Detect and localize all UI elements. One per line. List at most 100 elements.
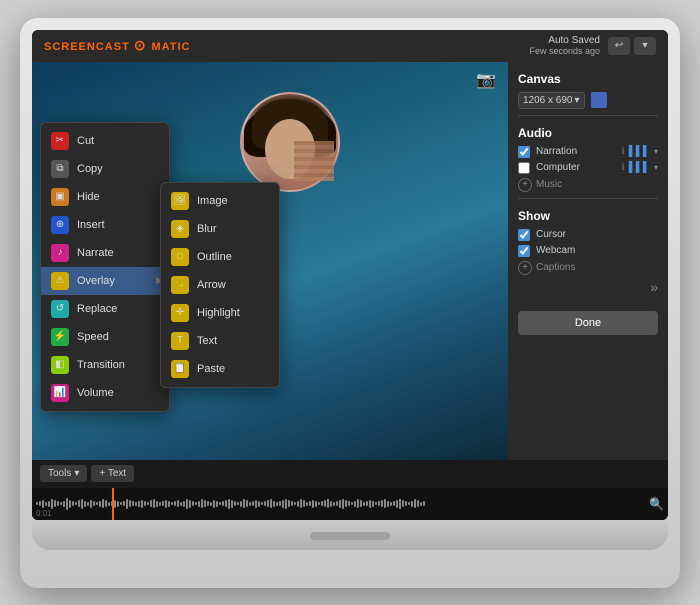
menu-item-volume[interactable]: 📊 Volume	[41, 379, 169, 407]
narration-info-icon: ℹ	[621, 146, 624, 157]
cursor-label: Cursor	[536, 229, 566, 240]
volume-icon: 📊	[51, 384, 69, 402]
waveform-bar	[180, 502, 182, 506]
expand-button[interactable]: »	[650, 279, 658, 295]
music-row[interactable]: + Music	[518, 178, 658, 192]
cut-icon: ✂	[51, 132, 69, 150]
submenu-item-blur[interactable]: ◈ Blur	[161, 215, 279, 243]
waveform-bar	[210, 502, 212, 506]
narrate-icon: ♪	[51, 244, 69, 262]
canvas-resolution-select[interactable]: 1206 x 690 ▾	[518, 92, 585, 109]
menu-item-copy[interactable]: ⧉ Copy	[41, 155, 169, 183]
top-bar: SCREENCAST ⊙ MATIC Auto Saved Few second…	[32, 30, 668, 62]
brand-name2: MATIC	[151, 41, 190, 53]
narration-chevron: ▾	[654, 147, 658, 156]
menu-item-replace[interactable]: ↺ Replace	[41, 295, 169, 323]
waveform-bar	[147, 502, 149, 505]
waveform-bar	[165, 500, 167, 508]
waveform-bar	[387, 501, 389, 507]
waveform-bar	[336, 501, 338, 506]
submenu-item-highlight[interactable]: ✛ Highlight	[161, 299, 279, 327]
highlight-icon: ✛	[171, 304, 189, 322]
waveform-bar	[159, 502, 161, 506]
submenu-item-arrow[interactable]: → Arrow	[161, 271, 279, 299]
audio-section: Audio Narration ℹ ▌▌▌ ▾ Computer	[518, 126, 658, 199]
waveform-bar	[186, 499, 188, 509]
canvas-title: Canvas	[518, 72, 658, 86]
bottom-toolbar: Tools ▾ + Text 0:01 🔍	[32, 460, 668, 520]
waveform-bar	[276, 502, 278, 506]
submenu-item-text[interactable]: T Text	[161, 327, 279, 355]
waveform-bar	[78, 500, 80, 507]
waveform-bar	[153, 499, 155, 508]
computer-bar-icon: ▌▌▌	[629, 162, 650, 173]
waveform-bar	[198, 501, 200, 507]
narration-checkbox[interactable]	[518, 146, 530, 158]
copy-icon: ⧉	[51, 160, 69, 178]
waveform-bar	[108, 502, 110, 506]
audio-title: Audio	[518, 126, 658, 140]
auto-saved-time: Few seconds ago	[529, 46, 600, 56]
text-button[interactable]: + Text	[91, 465, 134, 482]
laptop-notch	[310, 532, 390, 540]
waveform-bar	[93, 501, 95, 506]
playhead	[112, 488, 114, 520]
main-area: 📷 ✂ Cut ⧉ Copy ▣ Hide	[32, 62, 668, 460]
show-section: Show Cursor Webcam + Captions »	[518, 209, 658, 295]
waveform-bar	[42, 500, 44, 508]
waveform-bar	[294, 502, 296, 505]
computer-row: Computer ℹ ▌▌▌ ▾	[518, 162, 658, 174]
submenu-item-paste[interactable]: 📋 Paste	[161, 355, 279, 383]
dropdown-button[interactable]: ▾	[634, 37, 656, 55]
menu-item-transition[interactable]: ◧ Transition	[41, 351, 169, 379]
computer-checkbox[interactable]	[518, 162, 530, 174]
insert-icon: ⊕	[51, 216, 69, 234]
waveform-bar	[330, 501, 332, 507]
laptop-base	[32, 522, 668, 550]
waveform-bar	[123, 501, 125, 506]
submenu-item-image[interactable]: 🖼 Image	[161, 187, 279, 215]
undo-button[interactable]: ↩	[608, 37, 630, 55]
waveform-bar	[168, 501, 170, 507]
pixelation-overlay	[294, 141, 334, 181]
menu-item-speed[interactable]: ⚡ Speed	[41, 323, 169, 351]
waveform-bar	[219, 502, 221, 505]
webcam-label: Webcam	[536, 245, 575, 256]
menu-item-hide[interactable]: ▣ Hide	[41, 183, 169, 211]
computer-chevron: ▾	[654, 163, 658, 172]
waveform-bar	[222, 501, 224, 506]
waveform-bar	[405, 501, 407, 506]
canvas-color-swatch[interactable]	[591, 92, 607, 108]
waveform-search-icon[interactable]: 🔍	[649, 497, 664, 511]
waveform-bar	[309, 501, 311, 506]
waveform-bar	[249, 502, 251, 506]
waveform-bar	[273, 501, 275, 507]
done-button[interactable]: Done	[518, 311, 658, 335]
show-title: Show	[518, 209, 658, 223]
waveform-bar	[129, 500, 131, 507]
waveform-bar	[372, 501, 374, 507]
captions-row[interactable]: + Captions	[518, 261, 658, 275]
menu-item-insert[interactable]: ⊕ Insert	[41, 211, 169, 239]
menu-item-overlay[interactable]: ⚠ Overlay ▶	[41, 267, 169, 295]
menu-item-narrate[interactable]: ♪ Narrate	[41, 239, 169, 267]
divider-1	[518, 115, 658, 116]
brand-name: SCREENCAST	[44, 41, 130, 53]
right-panel: Canvas 1206 x 690 ▾ Audio Narration	[508, 62, 668, 460]
waveform-bar	[306, 502, 308, 506]
waveform-bar	[423, 501, 425, 506]
webcam-checkbox[interactable]	[518, 245, 530, 257]
waveform-bar	[324, 500, 326, 507]
cut-label: Cut	[77, 135, 94, 147]
menu-item-cut[interactable]: ✂ Cut	[41, 127, 169, 155]
cursor-checkbox[interactable]	[518, 229, 530, 241]
waveform-bar	[291, 501, 293, 506]
music-label: Music	[536, 179, 562, 190]
waveform-bar	[201, 499, 203, 508]
waveform-bar	[216, 501, 218, 507]
submenu-item-outline[interactable]: □ Outline	[161, 243, 279, 271]
tools-button[interactable]: Tools ▾	[40, 465, 87, 482]
auto-saved-label: Auto Saved	[548, 35, 600, 46]
narration-row: Narration ℹ ▌▌▌ ▾	[518, 146, 658, 158]
cursor-row: Cursor	[518, 229, 658, 241]
